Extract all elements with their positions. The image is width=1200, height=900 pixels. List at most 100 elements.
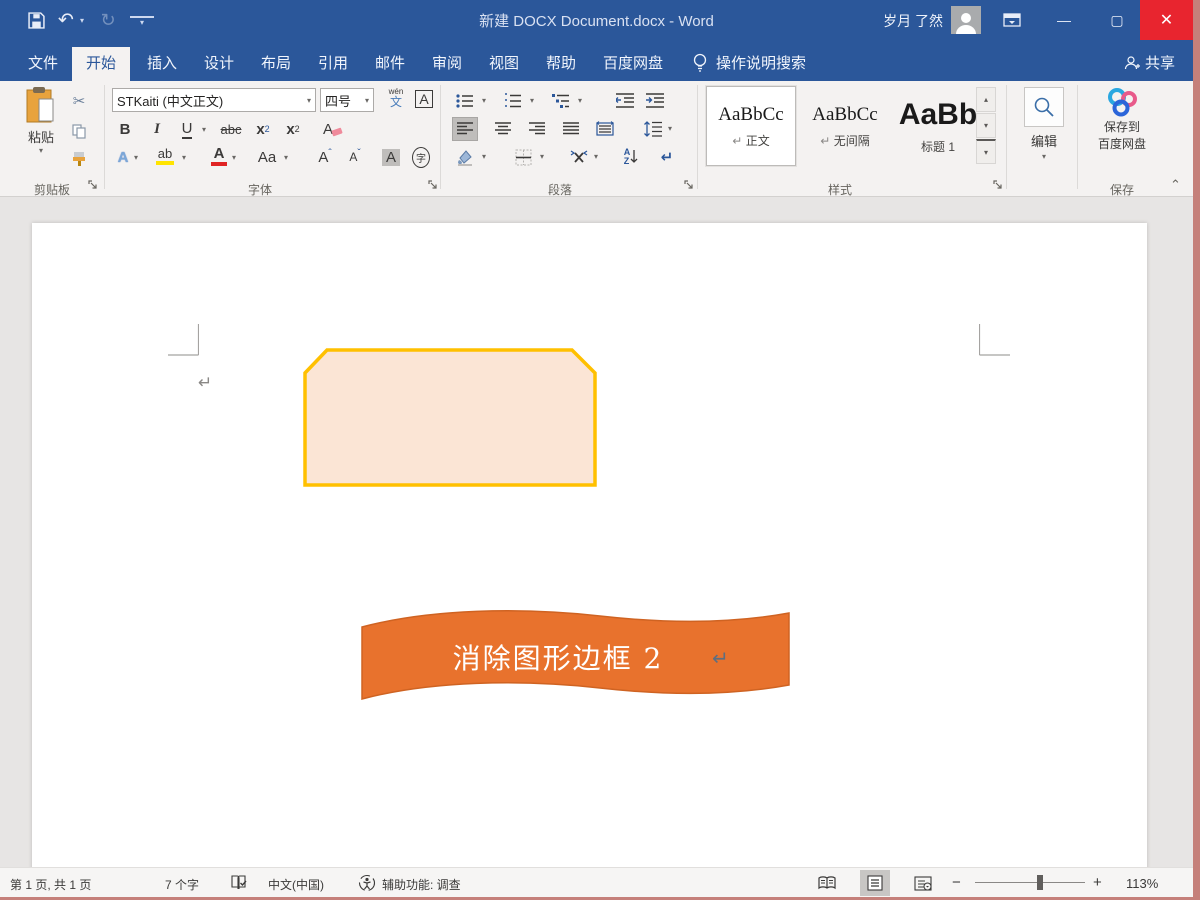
wave-banner-text[interactable]: 消除图形边框 2 xyxy=(453,642,664,675)
paste-button[interactable]: 粘贴 ▾ xyxy=(18,87,64,155)
document-canvas[interactable]: ↵ 消除图形边框 2 ↵ xyxy=(0,197,1193,867)
accessibility-status[interactable]: 辅助功能: 调查 xyxy=(382,876,461,893)
copy-button[interactable] xyxy=(66,119,92,143)
wave-banner-shape[interactable]: 消除图形边框 2 ↵ xyxy=(360,605,792,707)
page-indicator[interactable]: 第 1 页, 共 1 页 xyxy=(10,876,91,893)
zoom-in-button[interactable]: + xyxy=(1093,874,1102,891)
asian-layout-dropdown-icon[interactable]: ▾ xyxy=(594,152,598,161)
tab-references[interactable]: 引用 xyxy=(304,47,362,81)
shading-button[interactable] xyxy=(452,145,478,169)
minimize-button[interactable]: — xyxy=(1041,0,1087,40)
tab-help[interactable]: 帮助 xyxy=(532,47,590,81)
text-effects-dropdown-icon[interactable]: ▾ xyxy=(134,153,138,162)
snip-rectangle-body[interactable] xyxy=(305,350,595,485)
sort-button[interactable]: A Z xyxy=(618,145,644,169)
language-indicator[interactable]: 中文(中国) xyxy=(268,876,324,893)
multilevel-list-button[interactable] xyxy=(548,89,574,113)
clipboard-dialog-launcher-icon[interactable] xyxy=(88,180,100,192)
font-size-dropdown-icon[interactable]: ▾ xyxy=(365,96,369,105)
proofing-icon[interactable] xyxy=(230,874,247,891)
paste-dropdown-icon[interactable]: ▾ xyxy=(18,146,64,155)
document-page[interactable]: ↵ 消除图形边框 2 ↵ xyxy=(32,223,1147,867)
subscript-button[interactable]: x2 xyxy=(250,117,276,141)
share-button[interactable]: 共享 xyxy=(1124,52,1175,73)
distributed-button[interactable] xyxy=(592,117,618,141)
styles-scroll-down-button[interactable]: ▾ xyxy=(976,113,996,138)
change-case-dropdown-icon[interactable]: ▾ xyxy=(284,153,288,162)
font-color-dropdown-icon[interactable]: ▾ xyxy=(232,153,236,162)
asian-layout-button[interactable] xyxy=(566,145,592,169)
underline-button[interactable]: U xyxy=(174,117,200,141)
change-case-button[interactable]: Aa xyxy=(254,145,280,169)
shading-dropdown-icon[interactable]: ▾ xyxy=(482,152,486,161)
strikethrough-button[interactable]: abc xyxy=(218,117,244,141)
character-border-button[interactable]: A xyxy=(411,87,437,111)
enclose-characters-button[interactable]: 字 xyxy=(408,145,434,169)
editing-dropdown-icon[interactable]: ▾ xyxy=(1020,152,1068,161)
align-center-button[interactable] xyxy=(490,117,516,141)
highlight-button[interactable]: ab xyxy=(152,143,178,167)
snip-corner-rectangle-shape[interactable] xyxy=(303,348,597,487)
shrink-font-button[interactable]: Aˇ xyxy=(342,145,368,169)
account-name[interactable]: 岁月 了然 xyxy=(883,11,943,31)
phonetic-guide-button[interactable]: wén 文 xyxy=(383,86,409,110)
paragraph-dialog-launcher-icon[interactable] xyxy=(684,180,696,192)
tab-review[interactable]: 审阅 xyxy=(418,47,476,81)
print-layout-button[interactable] xyxy=(860,870,890,896)
tab-layout[interactable]: 布局 xyxy=(247,47,305,81)
align-left-button[interactable] xyxy=(452,117,478,141)
grow-font-button[interactable]: Aˆ xyxy=(312,145,338,169)
font-color-button[interactable]: A xyxy=(206,143,232,167)
justify-button[interactable] xyxy=(558,117,584,141)
collapse-ribbon-button[interactable]: ⌃ xyxy=(1170,177,1181,193)
maximize-button[interactable]: ▢ xyxy=(1094,0,1140,40)
borders-dropdown-icon[interactable]: ▾ xyxy=(540,152,544,161)
tab-file[interactable]: 文件 xyxy=(14,47,72,81)
style-normal[interactable]: AaBbCc ↵ 正文 xyxy=(706,86,796,166)
numbering-button[interactable] xyxy=(500,89,526,113)
save-to-baidu-button[interactable]: 保存到 百度网盘 xyxy=(1082,87,1162,153)
tab-design[interactable]: 设计 xyxy=(190,47,248,81)
underline-dropdown-icon[interactable]: ▾ xyxy=(202,125,206,134)
multilevel-dropdown-icon[interactable]: ▾ xyxy=(578,96,582,105)
accessibility-icon[interactable] xyxy=(358,874,376,892)
show-marks-button[interactable]: ↵ xyxy=(654,145,680,169)
format-painter-button[interactable] xyxy=(66,147,92,171)
zoom-slider[interactable] xyxy=(975,882,1085,883)
line-spacing-dropdown-icon[interactable]: ▾ xyxy=(668,124,672,133)
word-count[interactable]: 7 个字 xyxy=(165,876,199,893)
cut-button[interactable]: ✂ xyxy=(66,89,92,113)
bullets-dropdown-icon[interactable]: ▾ xyxy=(482,96,486,105)
zoom-out-button[interactable]: − xyxy=(952,874,961,891)
font-dialog-launcher-icon[interactable] xyxy=(428,180,440,192)
superscript-button[interactable]: x2 xyxy=(280,117,306,141)
zoom-slider-thumb[interactable] xyxy=(1037,875,1043,890)
zoom-level[interactable]: 113% xyxy=(1126,876,1158,891)
highlight-dropdown-icon[interactable]: ▾ xyxy=(182,153,186,162)
increase-indent-button[interactable] xyxy=(642,89,668,113)
style-no-spacing[interactable]: AaBbCc ↵ 无间隔 xyxy=(800,86,890,166)
editing-button[interactable]: 编辑 ▾ xyxy=(1020,87,1068,161)
tab-insert[interactable]: 插入 xyxy=(133,47,191,81)
line-spacing-button[interactable] xyxy=(640,117,666,141)
style-heading1[interactable]: AaBb 标题 1 xyxy=(893,86,983,166)
ribbon-display-options-icon[interactable] xyxy=(989,0,1035,40)
tab-baidu-netdisk[interactable]: 百度网盘 xyxy=(589,47,677,81)
avatar[interactable] xyxy=(951,6,981,34)
italic-button[interactable]: I xyxy=(144,117,170,141)
font-name-dropdown-icon[interactable]: ▾ xyxy=(307,96,311,105)
font-name-combo[interactable]: STKaiti (中文正文) ▾ xyxy=(112,88,316,112)
text-effects-button[interactable]: A xyxy=(110,145,136,169)
tab-mailings[interactable]: 邮件 xyxy=(361,47,419,81)
styles-dialog-launcher-icon[interactable] xyxy=(993,180,1005,192)
read-mode-button[interactable] xyxy=(812,870,842,896)
styles-gallery-more-button[interactable]: ▾ xyxy=(976,139,996,164)
tab-view[interactable]: 视图 xyxy=(475,47,533,81)
tab-home[interactable]: 开始 xyxy=(72,47,130,81)
close-button[interactable]: ✕ xyxy=(1140,0,1193,40)
align-right-button[interactable] xyxy=(524,117,550,141)
numbering-dropdown-icon[interactable]: ▾ xyxy=(530,96,534,105)
bullets-button[interactable] xyxy=(452,89,478,113)
styles-scroll-up-button[interactable]: ▴ xyxy=(976,87,996,112)
web-layout-button[interactable] xyxy=(908,870,938,896)
